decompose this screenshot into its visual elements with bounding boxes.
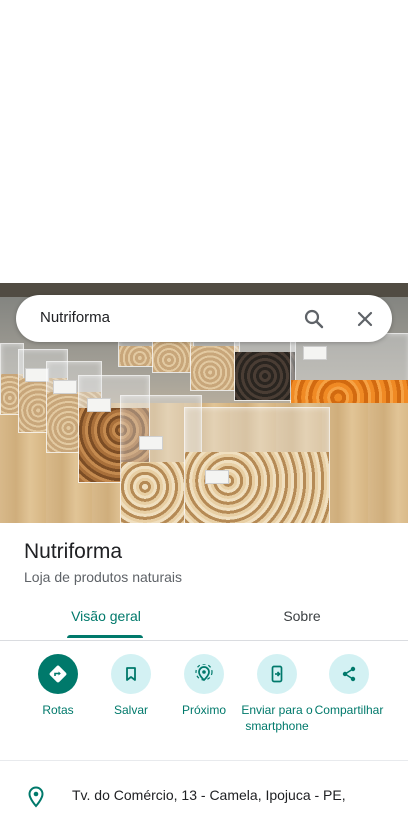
- nearby-icon: [184, 654, 224, 694]
- tab-about[interactable]: Sobre: [200, 596, 404, 640]
- map-area[interactable]: [0, 0, 408, 283]
- send-to-phone-icon: [257, 654, 297, 694]
- address-text: Tv. do Comércio, 13 - Camela, Ipojuca - …: [72, 787, 346, 803]
- save-button[interactable]: Salvar: [94, 654, 168, 718]
- tab-overview[interactable]: Visão geral: [4, 596, 208, 640]
- place-title: Nutriforma: [24, 540, 123, 563]
- send-to-phone-button[interactable]: Enviar para o smartphone: [240, 654, 314, 734]
- nearby-button[interactable]: Próximo: [167, 654, 241, 718]
- active-tab-indicator: [67, 635, 143, 638]
- share-label: Compartilhar: [314, 703, 384, 717]
- directions-label: Rotas: [42, 703, 74, 717]
- address-row[interactable]: Tv. do Comércio, 13 - Camela, Ipojuca - …: [0, 770, 408, 808]
- tab-bar: Visão geral Sobre: [0, 596, 408, 641]
- search-icon[interactable]: [302, 307, 326, 331]
- search-input[interactable]: Nutriforma: [40, 309, 110, 326]
- send-to-phone-label: Enviar para o smartphone: [241, 703, 313, 733]
- search-bar[interactable]: Nutriforma: [16, 295, 392, 342]
- bookmark-icon: [111, 654, 151, 694]
- action-buttons: Rotas Salvar Próximo Enviar para o smart…: [0, 650, 408, 761]
- close-icon[interactable]: [353, 307, 377, 331]
- share-icon: [329, 654, 369, 694]
- photo-bin: [184, 407, 330, 523]
- save-label: Salvar: [113, 703, 148, 717]
- share-button[interactable]: Compartilhar: [312, 654, 386, 718]
- nearby-label: Próximo: [181, 703, 226, 717]
- directions-button[interactable]: Rotas: [21, 654, 95, 718]
- location-pin-icon: [27, 786, 45, 808]
- directions-icon: [38, 654, 78, 694]
- place-category[interactable]: Loja de produtos naturais: [24, 569, 182, 585]
